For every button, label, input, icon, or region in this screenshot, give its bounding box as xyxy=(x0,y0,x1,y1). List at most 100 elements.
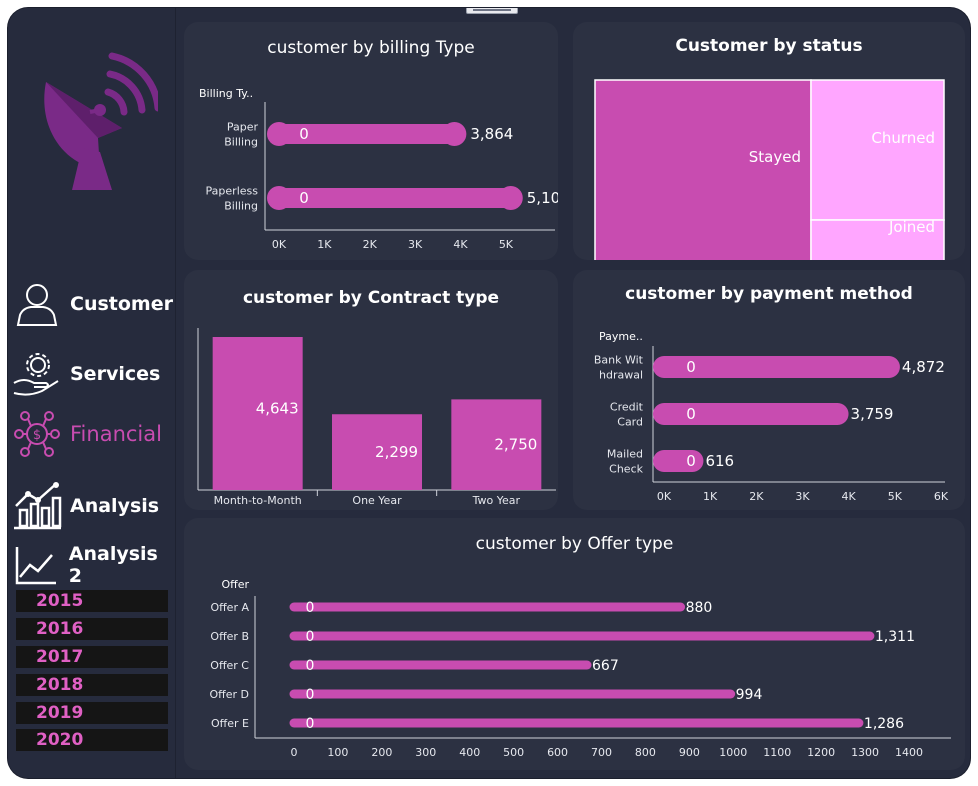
billing-bar-start xyxy=(267,122,291,146)
payment-axis-header: Payme.. xyxy=(599,330,643,343)
offer-category-label: Offer E xyxy=(211,717,249,730)
payment-category-label: Credit xyxy=(610,401,644,414)
nav-services[interactable]: Services xyxy=(12,350,160,398)
offer-xtick: 900 xyxy=(679,746,700,759)
offer-xtick: 300 xyxy=(415,746,436,759)
year-filter-2019[interactable]: 2019 xyxy=(16,702,168,724)
offer-xtick: 1400 xyxy=(895,746,923,759)
payment-category-label: hdrawal xyxy=(599,369,643,382)
contract-category-label: Two Year xyxy=(472,494,521,507)
satellite-dish-icon xyxy=(44,52,158,190)
offer-start-label: 0 xyxy=(306,658,315,674)
offer-xtick: 500 xyxy=(503,746,524,759)
nav-analysis-2-label: Analysis 2 xyxy=(68,543,158,587)
offer-start-label: 0 xyxy=(306,600,315,616)
year-filter-2015[interactable]: 2015 xyxy=(16,590,168,612)
offer-value-label: 1,311 xyxy=(875,629,915,645)
nav-financial-label: Financial xyxy=(70,422,162,446)
payment-category-label: Card xyxy=(617,416,643,429)
billing-xtick: 4K xyxy=(453,238,468,251)
billing-xtick: 2K xyxy=(363,238,378,251)
offer-chart: Offer 0 100 200 300 400 500 600 700 800 900 1000 110… xyxy=(210,578,951,759)
payment-xtick: 6K xyxy=(934,490,949,503)
panel-payment: customer by payment method Payme.. 0K 1K 2K… xyxy=(573,270,965,510)
billing-xtick: 1K xyxy=(317,238,332,251)
nav-financial[interactable]: $ Financial xyxy=(12,410,162,458)
treemap-churned-label: Churned xyxy=(871,129,935,147)
offer-category-label: Offer A xyxy=(210,601,249,614)
resize-grip[interactable] xyxy=(466,8,518,14)
payment-category-label: Bank Wit xyxy=(594,354,644,367)
panel-billing: customer by billing Type Billing Ty.. 0K 1… xyxy=(184,22,558,260)
billing-bar-start xyxy=(267,186,291,210)
payment-xtick: 1K xyxy=(703,490,718,503)
offer-xtick: 1200 xyxy=(807,746,835,759)
payment-xtick: 3K xyxy=(795,490,810,503)
billing-xtick: 5K xyxy=(499,238,514,251)
billing-bar-end xyxy=(442,122,467,146)
payment-chart: Payme.. 0K 1K 2K 3K 4K 5K 6K Bank Wit hdrawal 0 4,8… xyxy=(594,330,949,503)
panel-contract: customer by Contract type 4,643 Month-to-… xyxy=(184,270,558,510)
nav-customer-label: Customer xyxy=(70,293,173,315)
payment-value-label: 616 xyxy=(705,452,734,470)
hand-gear-icon xyxy=(12,350,62,398)
offer-start-label: 0 xyxy=(306,629,315,645)
treemap-joined-label: Joined xyxy=(888,218,935,236)
contract-value-label: 2,750 xyxy=(494,436,537,454)
payment-xtick: 0K xyxy=(657,490,672,503)
payment-value-label: 3,759 xyxy=(851,405,894,423)
payment-xtick: 5K xyxy=(888,490,903,503)
offer-category-label: Offer C xyxy=(210,659,249,672)
contract-category-label: Month-to-Month xyxy=(214,494,302,507)
offer-xtick: 1300 xyxy=(851,746,879,759)
offer-category-label: Offer D xyxy=(210,688,250,701)
offer-value-label: 880 xyxy=(686,600,713,616)
year-filter-2017[interactable]: 2017 xyxy=(16,646,168,668)
offer-xtick: 1000 xyxy=(719,746,747,759)
billing-value-label: 3,864 xyxy=(470,125,513,143)
payment-xtick: 4K xyxy=(842,490,857,503)
billing-category-label: Paperless xyxy=(206,185,259,198)
payment-start-label: 0 xyxy=(686,405,696,423)
year-filter-2016[interactable]: 2016 xyxy=(16,618,168,640)
contract-chart: 4,643 Month-to-Month 2,299 One Year 2,750 Two… xyxy=(197,328,556,507)
billing-category-label: Paper xyxy=(227,121,259,134)
billing-xtick: 0K xyxy=(272,238,287,251)
payment-start-label: 0 xyxy=(686,452,696,470)
billing-start-label: 0 xyxy=(299,189,309,207)
nav-services-label: Services xyxy=(70,363,161,385)
nav-customer[interactable]: Customer xyxy=(12,280,173,328)
dashboard-window: Customer Services $ Financial Analysis A… xyxy=(8,8,970,778)
billing-bar-end xyxy=(498,186,523,210)
billing-xtick: 3K xyxy=(408,238,423,251)
sidebar: Customer Services $ Financial Analysis A… xyxy=(8,8,176,778)
panel-status: Customer by status Stayed Churned Joined xyxy=(573,22,965,260)
billing-value-label: 5,107 xyxy=(527,189,558,207)
line-chart-icon xyxy=(12,541,61,589)
offer-start-label: 0 xyxy=(306,687,315,703)
billing-chart: Billing Ty.. 0K 1K 2K 3K 4K 5K Paper Billing 0 3,8… xyxy=(199,87,558,251)
offer-xtick: 400 xyxy=(459,746,480,759)
contract-category-label: One Year xyxy=(352,494,402,507)
offer-category-label: Offer B xyxy=(210,630,249,643)
treemap-stayed-label: Stayed xyxy=(749,148,801,166)
offer-value-label: 667 xyxy=(592,658,619,674)
year-filter-2020[interactable]: 2020 xyxy=(16,729,168,751)
panel-offer: customer by Offer type Offer 0 100 200 300 40… xyxy=(184,518,965,770)
offer-xtick: 100 xyxy=(327,746,348,759)
offer-value-label: 994 xyxy=(736,687,763,703)
offer-value-label: 1,286 xyxy=(864,716,904,732)
nav-analysis[interactable]: Analysis xyxy=(12,482,159,530)
treemap-churned[interactable] xyxy=(810,79,945,221)
nav-analysis-label: Analysis xyxy=(70,495,160,517)
treemap-stayed[interactable] xyxy=(594,79,812,260)
billing-category-label: Billing xyxy=(224,200,258,213)
offer-xtick: 200 xyxy=(371,746,392,759)
offer-xtick: 600 xyxy=(547,746,568,759)
year-filter-2018[interactable]: 2018 xyxy=(16,674,168,696)
payment-category-label: Mailed xyxy=(607,448,643,461)
payment-category-label: Check xyxy=(609,463,643,476)
billing-axis-header: Billing Ty.. xyxy=(199,87,253,100)
contract-value-label: 2,299 xyxy=(375,443,418,461)
nav-analysis-2[interactable]: Analysis 2 xyxy=(12,541,175,589)
